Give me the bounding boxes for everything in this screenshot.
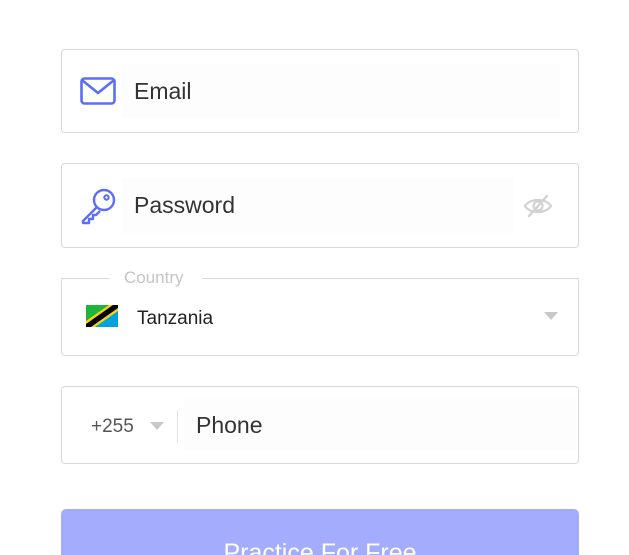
email-input[interactable] — [122, 64, 560, 118]
key-icon — [79, 187, 117, 225]
tanzania-flag-icon — [86, 305, 118, 327]
country-value: Tanzania — [137, 308, 214, 329]
divider — [177, 410, 178, 442]
dial-code-select[interactable]: +255 — [91, 416, 134, 438]
password-field — [61, 163, 579, 248]
border-segment — [61, 278, 109, 279]
phone-field: +255 — [61, 386, 579, 464]
phone-input[interactable] — [184, 399, 576, 451]
border-segment — [202, 278, 579, 279]
chevron-down-icon[interactable] — [544, 312, 558, 320]
country-label: Country — [124, 268, 184, 287]
practice-for-free-button[interactable]: Practice For Free — [61, 509, 579, 555]
eye-slash-icon[interactable] — [522, 192, 554, 220]
country-select[interactable]: Country Tanzania — [61, 268, 579, 356]
chevron-down-icon[interactable] — [150, 422, 164, 430]
email-field — [61, 49, 579, 133]
password-input[interactable] — [122, 178, 514, 233]
signup-form: Country Tanzania +255 Practice For Free — [0, 0, 629, 555]
envelope-icon — [79, 72, 117, 110]
